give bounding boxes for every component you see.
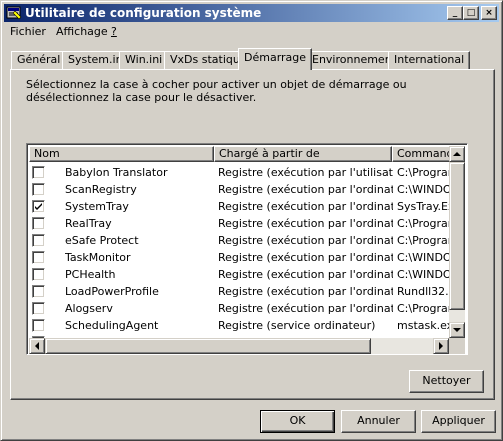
arrow-left-icon bbox=[35, 342, 39, 350]
startup-list-viewport: Nom Chargé à partir de Commande Babylon … bbox=[29, 146, 465, 338]
list-row[interactable]: eSafe Protect Registre (exécution par l'o… bbox=[29, 232, 465, 249]
list-row[interactable]: LoadPowerProfile Registre (exécution par … bbox=[29, 283, 465, 300]
msconfig-icon bbox=[6, 5, 22, 21]
startup-item-loaded-from: Registre (exécution par l'ordinateur) bbox=[218, 217, 393, 230]
startup-item-loaded-from: Registre (exécution par l'ordinateur) bbox=[218, 251, 393, 264]
title-bar[interactable]: Utilitaire de configuration système _ □ … bbox=[4, 4, 499, 22]
list-row[interactable]: TaskMonitor Registre (exécution par l'ord… bbox=[29, 249, 465, 266]
arrow-down-icon bbox=[453, 328, 461, 332]
startup-item-name: RealTray bbox=[65, 217, 112, 230]
startup-item-loaded-from: Registre (exécution par l'ordinateur) bbox=[218, 234, 393, 247]
startup-item-loaded-from: Registre (exécution par l'ordinateur) bbox=[218, 302, 393, 315]
startup-item-name: SchedulingAgent bbox=[65, 319, 159, 332]
startup-item-name: Alogserv bbox=[65, 302, 113, 315]
menu-affichage[interactable]: Affichage bbox=[52, 24, 112, 39]
startup-item-name: PCHealth bbox=[65, 268, 116, 281]
startup-item-name: LoadPowerProfile bbox=[65, 285, 159, 298]
cancel-button[interactable]: Annuler bbox=[341, 410, 416, 433]
apply-button[interactable]: Appliquer bbox=[421, 410, 496, 433]
startup-item-loaded-from: Registre (exécution par l'ordinateur) bbox=[218, 285, 393, 298]
minimize-icon: _ bbox=[452, 8, 458, 18]
startup-item-loaded-from: Registre (exécution par l'ordinateur) bbox=[218, 200, 393, 213]
startup-item-checkbox[interactable] bbox=[32, 200, 45, 213]
maximize-icon: □ bbox=[466, 8, 476, 18]
instruction-text: Sélectionnez la case à cocher pour activ… bbox=[26, 78, 407, 104]
startup-item-name: TaskMonitor bbox=[65, 251, 131, 264]
tab-win-ini[interactable]: Win.ini bbox=[119, 51, 169, 69]
close-button[interactable]: × bbox=[481, 6, 497, 20]
startup-item-checkbox[interactable] bbox=[32, 319, 45, 332]
startup-item-loaded-from: Registre (exécution par l'ordinateur) bbox=[218, 268, 393, 281]
startup-tab-panel: Sélectionnez la case à cocher pour activ… bbox=[10, 69, 495, 400]
horizontal-scroll-thumb[interactable] bbox=[45, 338, 371, 354]
startup-item-checkbox[interactable] bbox=[32, 268, 45, 281]
checkmark-icon bbox=[35, 203, 42, 210]
startup-item-name: SystemTray bbox=[65, 200, 129, 213]
tab-international[interactable]: International bbox=[388, 51, 471, 69]
menu-bar: Fichier Affichage ? bbox=[4, 23, 499, 40]
vertical-scroll-thumb[interactable] bbox=[449, 162, 465, 310]
window-title: Utilitaire de configuration système bbox=[25, 6, 262, 20]
menu-fichier[interactable]: Fichier bbox=[6, 24, 50, 39]
startup-item-name: eSafe Protect bbox=[65, 234, 139, 247]
startup-item-checkbox[interactable] bbox=[32, 234, 45, 247]
startup-item-loaded-from: Registre (exécution par l'ordinateur) bbox=[218, 183, 393, 196]
startup-item-loaded-from: Registre (service ordinateur) bbox=[218, 319, 376, 332]
list-row[interactable]: RealTray Registre (exécution par l'ordina… bbox=[29, 215, 465, 232]
close-icon: × bbox=[485, 8, 493, 18]
startup-item-checkbox[interactable] bbox=[32, 217, 45, 230]
tab-general[interactable]: Général bbox=[11, 51, 67, 69]
startup-item-checkbox[interactable] bbox=[32, 251, 45, 264]
startup-item-checkbox[interactable] bbox=[32, 183, 45, 196]
vertical-scrollbar[interactable] bbox=[449, 146, 465, 338]
ok-button[interactable]: OK bbox=[260, 410, 335, 433]
horizontal-scrollbar[interactable] bbox=[29, 338, 449, 354]
menu-help[interactable]: ? bbox=[107, 24, 121, 39]
startup-item-checkbox[interactable] bbox=[32, 302, 45, 315]
scroll-left-button[interactable] bbox=[29, 338, 45, 354]
tab-demarrage[interactable]: Démarrage bbox=[238, 48, 313, 70]
system-config-window: Utilitaire de configuration système _ □ … bbox=[0, 0, 503, 441]
scroll-up-button[interactable] bbox=[449, 146, 465, 162]
list-row[interactable]: SchedulingAgent Registre (service ordinat… bbox=[29, 317, 465, 334]
startup-item-checkbox[interactable] bbox=[32, 166, 45, 179]
column-header-loaded-from[interactable]: Chargé à partir de bbox=[214, 146, 392, 162]
arrow-up-icon bbox=[453, 152, 461, 156]
scroll-right-button[interactable] bbox=[433, 338, 449, 354]
minimize-button[interactable]: _ bbox=[447, 6, 463, 20]
list-row[interactable]: ScanRegistry Registre (exécution par l'or… bbox=[29, 181, 465, 198]
list-row[interactable]: Babylon Translator Registre (exécution pa… bbox=[29, 164, 465, 181]
startup-item-loaded-from: Registre (exécution par l'utilisateur) bbox=[218, 166, 393, 179]
list-row[interactable]: Alogserv Registre (exécution par l'ordina… bbox=[29, 300, 465, 317]
scroll-down-button[interactable] bbox=[449, 322, 465, 338]
startup-list[interactable]: Nom Chargé à partir de Commande Babylon … bbox=[26, 143, 468, 355]
startup-item-checkbox[interactable] bbox=[32, 285, 45, 298]
list-row[interactable]: SystemTray Registre (exécution par l'ordi… bbox=[29, 198, 465, 215]
maximize-button[interactable]: □ bbox=[463, 6, 479, 20]
startup-item-name: Babylon Translator bbox=[65, 166, 168, 179]
column-header-name[interactable]: Nom bbox=[29, 146, 214, 162]
arrow-right-icon bbox=[439, 342, 443, 350]
scroll-corner bbox=[449, 338, 465, 354]
startup-item-name: ScanRegistry bbox=[65, 183, 137, 196]
list-row[interactable]: PCHealth Registre (exécution par l'ordina… bbox=[29, 266, 465, 283]
cleanup-button[interactable]: Nettoyer bbox=[409, 370, 484, 393]
